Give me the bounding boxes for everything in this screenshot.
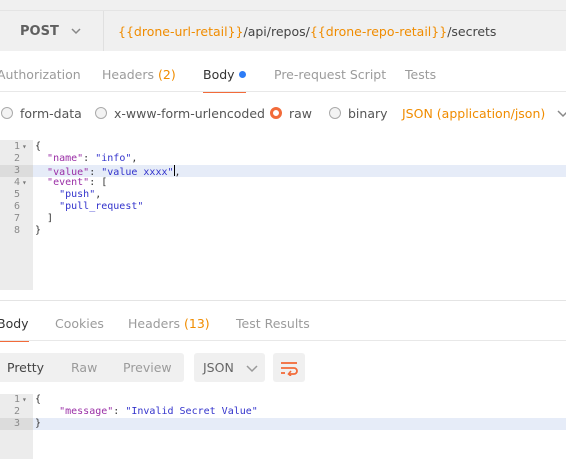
chevron-down-icon — [71, 28, 81, 35]
tab-authorization[interactable]: Authorization — [0, 61, 81, 91]
wrap-lines-button[interactable] — [273, 353, 305, 382]
line-number: 1 — [13, 141, 20, 152]
code-line: 3} — [0, 418, 566, 430]
url-variable: {{drone-url-retail}} — [118, 23, 244, 39]
tab-authorization-label: Authorization — [0, 67, 81, 82]
line-number: 3 — [13, 165, 20, 176]
view-preview-button[interactable]: Preview — [123, 353, 172, 382]
code-line: 5 "push", — [0, 189, 566, 201]
code-text: "pull_request" — [59, 201, 144, 212]
response-body-viewer[interactable]: 1 ▾{2 "message": "Invalid Secret Value" 3} — [0, 394, 566, 459]
code-text: { — [35, 394, 42, 405]
fold-arrow-icon[interactable]: ▾ — [22, 141, 30, 153]
code-text: "name": "info", — [47, 153, 138, 164]
request-body-editor[interactable]: 1 ▾{2 "name": "info", 3 "value": "value xx… — [0, 140, 566, 290]
view-pretty-button[interactable]: Pretty — [7, 353, 44, 382]
line-number: 2 — [13, 153, 20, 164]
tabs-divider — [0, 91, 566, 92]
view-mode-segmented: Pretty Raw Preview — [0, 353, 184, 382]
line-number: 3 — [13, 418, 20, 429]
method-select[interactable]: POST — [0, 11, 104, 51]
code-line: 6 "pull_request" — [0, 201, 566, 213]
code-line: 8} — [0, 225, 566, 237]
radio-urlencoded[interactable]: x-www-form-urlencoded — [95, 100, 265, 126]
radio-raw[interactable]: raw — [270, 100, 312, 126]
url-variable: {{drone-repo-retail}} — [309, 23, 448, 39]
body-modified-dot — [238, 71, 246, 78]
radio-raw-label: raw — [289, 105, 313, 121]
tab-body[interactable]: Body — [203, 61, 246, 93]
code-text: } — [35, 225, 42, 236]
code-line: 4 ▾ "event": [ — [0, 177, 566, 189]
line-number: 4 — [13, 177, 20, 188]
code-line: 1 ▾ { — [0, 141, 566, 153]
tab-response-body-label: Body — [0, 316, 29, 331]
response-tabs-divider — [0, 340, 566, 341]
radio-urlencoded-label: x-www-form-urlencoded — [114, 105, 265, 121]
radio-binary[interactable]: binary — [329, 100, 388, 126]
chevron-down-icon — [557, 110, 566, 118]
tab-prerequest-label: Pre-request Script — [274, 67, 387, 82]
radio-icon — [329, 107, 341, 119]
line-number: 6 — [13, 201, 20, 212]
tab-test-results[interactable]: Test Results — [236, 310, 310, 340]
code-text: } — [35, 418, 42, 429]
response-tabs: Body Cookies Headers (13) Test Results — [0, 310, 566, 342]
tab-response-headers-count: (13) — [184, 316, 210, 331]
code-text: ] — [35, 213, 54, 224]
fold-arrow-icon[interactable]: ▾ — [22, 177, 30, 189]
top-border — [0, 0, 566, 11]
content-type-select[interactable]: JSON (application/json) — [402, 100, 566, 126]
url-segment: /api/repos/ — [243, 23, 310, 39]
content-type-label: JSON (application/json) — [402, 105, 546, 121]
response-format-label: JSON — [203, 360, 234, 375]
line-number: 2 — [13, 406, 20, 417]
code-line: 7 ] — [0, 213, 566, 225]
request-tabs: Authorization Headers (2) Body Pre-reque… — [0, 61, 566, 93]
view-raw-button[interactable]: Raw — [71, 353, 97, 382]
chevron-down-icon — [246, 364, 258, 372]
tab-tests-label: Tests — [405, 67, 437, 82]
code-text: "event": [ — [47, 177, 108, 188]
method-label: POST — [20, 23, 59, 39]
tab-headers-count: (2) — [158, 67, 176, 82]
radio-form-data-label: form-data — [20, 105, 82, 121]
line-number: 7 — [13, 213, 20, 224]
tab-headers[interactable]: Headers (2) — [102, 61, 176, 91]
fold-arrow-icon[interactable]: ▾ — [22, 394, 30, 406]
tab-body-label: Body — [203, 67, 235, 82]
url-segment: /secrets — [447, 23, 497, 39]
tab-tests[interactable]: Tests — [405, 61, 436, 91]
response-format-select[interactable]: JSON — [194, 353, 265, 382]
code-text: { — [35, 141, 42, 152]
tab-test-results-label: Test Results — [236, 316, 310, 331]
radio-binary-label: binary — [348, 105, 388, 121]
tab-response-headers[interactable]: Headers (13) — [128, 310, 210, 340]
line-number: 1 — [13, 394, 20, 405]
text-cursor — [173, 165, 175, 176]
tab-headers-label: Headers — [102, 67, 155, 82]
line-number: 8 — [13, 225, 20, 236]
tab-response-headers-label: Headers — [128, 316, 181, 331]
tab-cookies-label: Cookies — [55, 316, 104, 331]
url-input[interactable]: {{drone-url-retail}}/api/repos/{{drone-r… — [104, 11, 566, 51]
tab-cookies[interactable]: Cookies — [55, 310, 104, 340]
tab-prerequest-script[interactable]: Pre-request Script — [274, 61, 386, 91]
tab-response-body[interactable]: Body — [0, 310, 29, 342]
radio-form-data[interactable]: form-data — [1, 100, 82, 126]
radio-selected-icon — [270, 107, 282, 119]
radio-icon — [95, 107, 107, 119]
line-number: 5 — [13, 189, 20, 200]
request-response-divider[interactable] — [0, 300, 566, 301]
code-text: "message": "Invalid Secret Value" — [59, 406, 258, 417]
code-text: "push", — [59, 189, 102, 200]
wrap-lines-icon — [281, 361, 298, 376]
code-line: 1 ▾ { — [0, 394, 566, 406]
code-line: 2 "name": "info", — [0, 153, 566, 165]
code-line: 3 "value": "value xxxx", — [0, 165, 566, 178]
code-line: 2 "message": "Invalid Secret Value" — [0, 406, 566, 418]
radio-icon — [1, 107, 13, 119]
